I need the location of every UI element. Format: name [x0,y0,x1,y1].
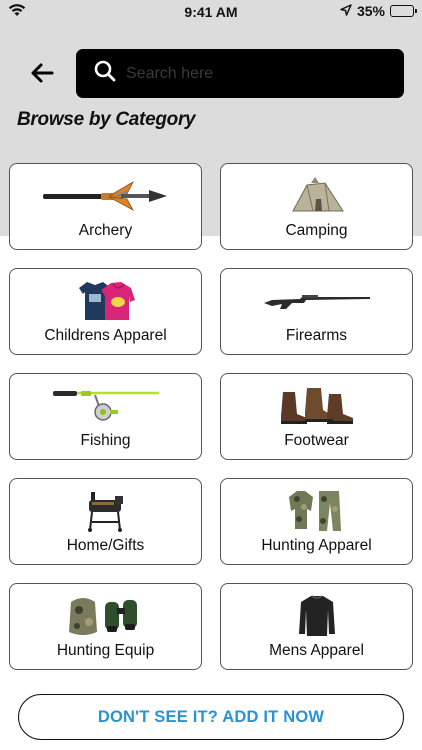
boots-icon [221,382,412,430]
category-label: Childrens Apparel [44,327,167,344]
add-category-button[interactable]: DON'T SEE IT? ADD IT NOW [18,694,404,740]
category-label: Hunting Equip [56,642,155,659]
category-card-camping[interactable]: Camping [220,163,413,250]
arrow-left-icon [31,63,54,83]
category-card-fishing[interactable]: Fishing [9,373,202,460]
search-icon [94,60,116,87]
category-card-hunting-apparel[interactable]: Hunting Apparel [220,478,413,565]
category-label: Firearms [285,327,348,344]
kids-tshirt-hoodie-icon [10,277,201,325]
search-bar[interactable] [76,49,404,98]
category-label: Home/Gifts [66,537,145,554]
category-card-archery[interactable]: Archery [9,163,202,250]
camo-outfit-icon [221,487,412,535]
category-label: Camping [285,222,348,239]
rifle-icon [221,277,412,325]
backpack-binoculars-icon [10,592,201,640]
add-category-label: DON'T SEE IT? ADD IT NOW [97,707,325,726]
category-card-mens-apparel[interactable]: Mens Apparel [220,583,413,670]
search-input[interactable] [126,64,396,83]
category-label: Footwear [284,432,349,449]
smoker-grill-icon [10,487,201,535]
section-title: Browse by Category [17,109,196,130]
fishing-rod-reel-icon [10,382,201,430]
status-right: 35% [340,3,417,19]
category-grid: Archery Camping Childrens Apparel Firear… [9,163,413,670]
battery-percent: 35% [356,3,385,19]
location-arrow-icon [340,3,352,19]
back-button[interactable] [30,62,56,86]
category-card-footwear[interactable]: Footwear [220,373,413,460]
arrow-broadhead-icon [10,172,201,220]
battery-icon [390,5,417,17]
category-label: Hunting Apparel [261,537,372,554]
category-card-childrens-apparel[interactable]: Childrens Apparel [9,268,202,355]
status-bar: 9:41 AM 35% [0,0,422,24]
tent-icon [221,172,412,220]
category-card-hunting-equip[interactable]: Hunting Equip [9,583,202,670]
category-label: Mens Apparel [269,642,364,659]
long-sleeve-shirt-icon [221,592,412,640]
category-label: Archery [78,222,133,239]
category-card-home-gifts[interactable]: Home/Gifts [9,478,202,565]
category-card-firearms[interactable]: Firearms [220,268,413,355]
category-label: Fishing [80,432,131,449]
